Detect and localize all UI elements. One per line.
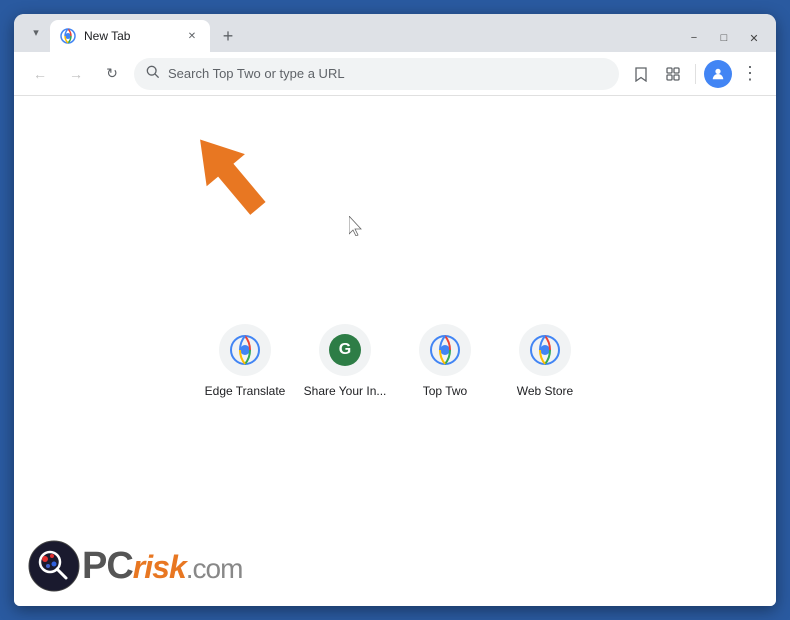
window-controls: − □ ✕ bbox=[680, 28, 768, 48]
top-two-icon bbox=[419, 324, 471, 376]
shortcuts-area: Edge Translate G Share Your In... bbox=[205, 316, 585, 406]
pcrisk-logo-icon bbox=[28, 540, 80, 592]
shortcut-edge-translate[interactable]: Edge Translate bbox=[205, 316, 285, 406]
minimize-btn[interactable]: − bbox=[680, 28, 708, 48]
share-icon: G bbox=[319, 324, 371, 376]
watermark-risk-text: risk bbox=[133, 549, 186, 586]
edge-translate-icon bbox=[219, 324, 271, 376]
maximize-btn[interactable]: □ bbox=[710, 28, 738, 48]
shortcut-share[interactable]: G Share Your In... bbox=[305, 316, 385, 406]
nav-right-controls: ⋮ bbox=[627, 60, 764, 88]
watermark: PC risk .com bbox=[28, 540, 242, 592]
new-tab-btn[interactable]: + bbox=[214, 22, 242, 50]
title-bar: ▾ New Tab ✕ + − □ ✕ bbox=[14, 14, 776, 52]
watermark-pc-text: PC bbox=[82, 545, 133, 588]
tab-favicon-icon bbox=[60, 28, 76, 44]
extensions-btn[interactable] bbox=[659, 60, 687, 88]
profile-btn[interactable] bbox=[704, 60, 732, 88]
reload-btn[interactable]: ↻ bbox=[98, 60, 126, 88]
mouse-cursor bbox=[349, 216, 361, 234]
top-two-label: Top Two bbox=[423, 384, 467, 398]
tab-close-btn[interactable]: ✕ bbox=[184, 28, 200, 44]
address-search-icon bbox=[146, 65, 160, 82]
web-store-icon bbox=[519, 324, 571, 376]
edge-translate-label: Edge Translate bbox=[205, 384, 286, 398]
tab-title-text: New Tab bbox=[84, 29, 176, 43]
web-store-label: Web Store bbox=[517, 384, 573, 398]
share-label: Share Your In... bbox=[304, 384, 387, 398]
menu-btn[interactable]: ⋮ bbox=[736, 60, 764, 88]
tab-dropdown-btn[interactable]: ▾ bbox=[22, 18, 50, 46]
address-text: Search Top Two or type a URL bbox=[168, 66, 607, 81]
nav-bar: ← → ↻ Search Top Two or type a URL bbox=[14, 52, 776, 96]
shortcut-web-store[interactable]: Web Store bbox=[505, 316, 585, 406]
content-area: Edge Translate G Share Your In... bbox=[14, 96, 776, 606]
close-btn[interactable]: ✕ bbox=[740, 28, 768, 48]
bookmark-btn[interactable] bbox=[627, 60, 655, 88]
active-tab[interactable]: New Tab ✕ bbox=[50, 20, 210, 52]
forward-btn[interactable]: → bbox=[62, 60, 90, 88]
shortcut-top-two[interactable]: Top Two bbox=[405, 316, 485, 406]
back-btn[interactable]: ← bbox=[26, 60, 54, 88]
browser-window: ▾ New Tab ✕ + − □ ✕ ← → ↻ bbox=[14, 14, 776, 606]
nav-divider bbox=[695, 64, 696, 84]
orange-arrow-indicator bbox=[184, 124, 274, 229]
watermark-domain-text: .com bbox=[186, 553, 243, 585]
address-bar[interactable]: Search Top Two or type a URL bbox=[134, 58, 619, 90]
